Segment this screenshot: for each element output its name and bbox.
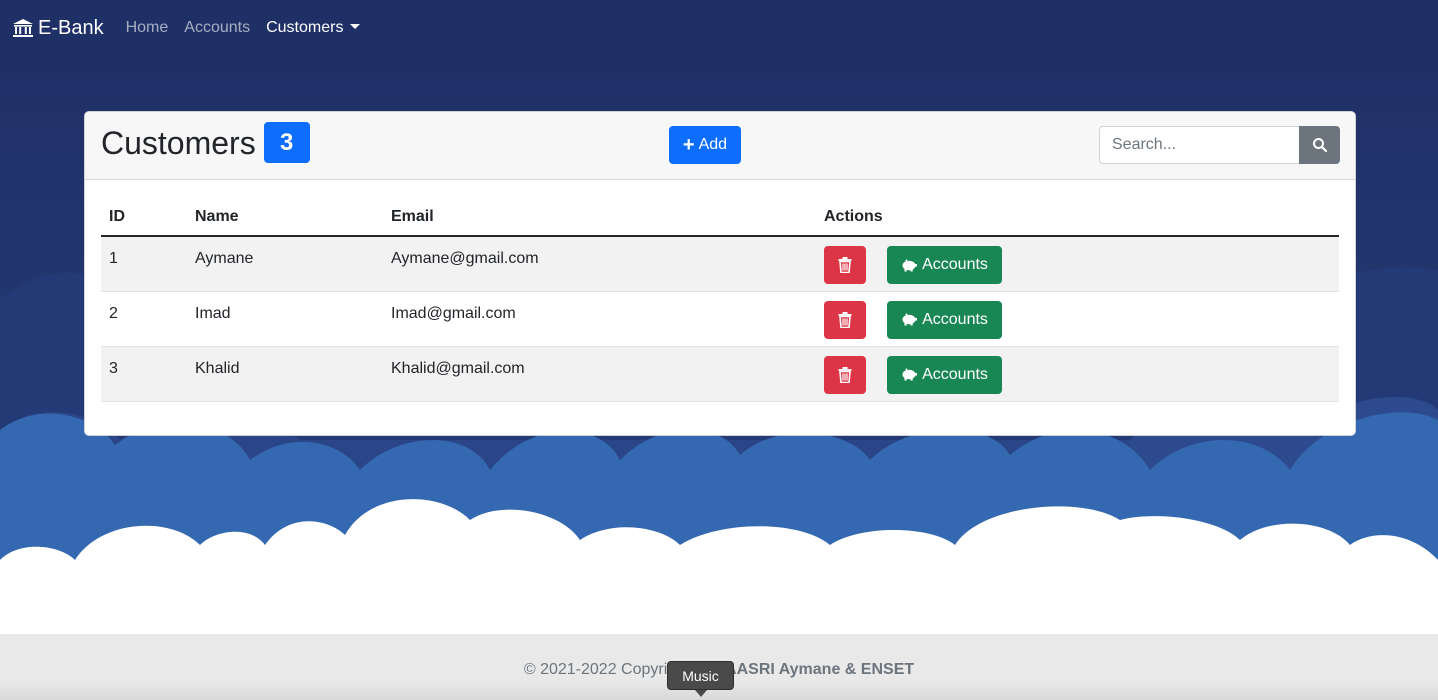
music-tooltip: Music (667, 661, 734, 697)
page-title: Customers (101, 124, 256, 161)
count-badge: 3 (263, 122, 310, 163)
search-icon (1312, 138, 1327, 153)
cell-actions: Accounts (816, 291, 1339, 347)
search-button[interactable] (1299, 126, 1340, 164)
header-email: Email (383, 198, 816, 237)
header-actions: Actions (816, 198, 1339, 237)
cell-id: 3 (101, 346, 187, 402)
piggy-bank-icon (902, 368, 918, 381)
caret-down-icon (350, 24, 361, 29)
trash-icon (838, 257, 852, 273)
cell-name: Imad (187, 291, 383, 347)
white-band (0, 574, 1438, 634)
cell-name: Khalid (187, 346, 383, 402)
footer-author: LAASRI Aymane & ENSET (715, 661, 915, 678)
cell-email: Aymane@gmail.com (383, 236, 816, 292)
navbar: E-Bank Home Accounts Customers (0, 0, 1438, 56)
table-row: 2 Imad Imad@gmail.com Accounts (101, 291, 1339, 347)
brand-label: E-Bank (38, 16, 104, 39)
table-row: 3 Khalid Khalid@gmail.com Accounts (101, 346, 1339, 402)
delete-button[interactable] (824, 300, 866, 339)
delete-button[interactable] (824, 246, 866, 284)
accounts-button[interactable]: Accounts (887, 300, 1002, 339)
search-group (1099, 126, 1340, 164)
delete-button[interactable] (824, 355, 866, 394)
footer-copyright: © 2021-2022 Copyri (523, 661, 668, 678)
piggy-bank-icon (902, 313, 918, 326)
plus-icon: + (682, 134, 695, 156)
customers-table-wrap: ID Name Email Actions 1 Aymane Aymane@gm… (101, 198, 1339, 402)
table-row: 1 Aymane Aymane@gmail.com Accounts (101, 236, 1339, 292)
table-header-row: ID Name Email Actions (101, 198, 1339, 237)
trash-icon (838, 366, 852, 383)
cell-email: Khalid@gmail.com (383, 346, 816, 402)
cell-actions: Accounts (816, 236, 1339, 292)
cell-email: Imad@gmail.com (383, 291, 816, 347)
accounts-label: Accounts (922, 365, 988, 383)
bank-icon (13, 19, 33, 37)
header-id: ID (101, 198, 187, 237)
cell-id: 2 (101, 291, 187, 347)
cell-name: Aymane (187, 236, 383, 292)
customers-table: ID Name Email Actions 1 Aymane Aymane@gm… (101, 198, 1339, 402)
cell-actions: Accounts (816, 346, 1339, 402)
add-label: Add (698, 136, 728, 153)
nav-customers-dropdown[interactable]: Customers (266, 19, 361, 37)
accounts-button[interactable]: Accounts (887, 355, 1002, 394)
nav-customers-label: Customers (266, 19, 344, 36)
header-name: Name (187, 198, 383, 237)
cell-id: 1 (101, 236, 187, 292)
accounts-label: Accounts (922, 256, 988, 273)
customers-card: Customers 3 + Add ID Name Email (84, 111, 1356, 436)
card-title: Customers 3 (101, 122, 310, 163)
card-header: Customers 3 + Add (85, 112, 1355, 180)
add-customer-button[interactable]: + Add (669, 126, 741, 164)
piggy-bank-icon (902, 258, 918, 271)
accounts-button[interactable]: Accounts (887, 246, 1002, 284)
trash-icon (838, 311, 852, 328)
nav-home[interactable]: Home (126, 19, 169, 37)
nav-accounts[interactable]: Accounts (184, 19, 250, 37)
brand[interactable]: E-Bank (12, 17, 104, 40)
search-input[interactable] (1099, 126, 1299, 164)
accounts-label: Accounts (922, 310, 988, 328)
